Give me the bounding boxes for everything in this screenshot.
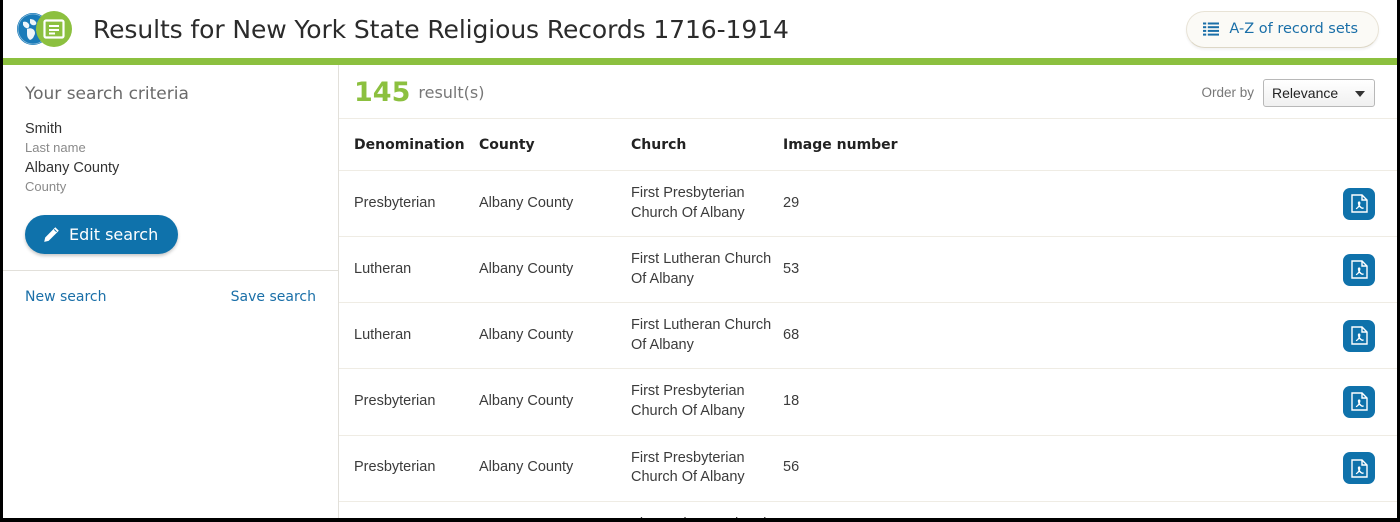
cell-denomination: Lutheran (339, 302, 479, 370)
page-title: Results for New York State Religious Rec… (93, 14, 789, 44)
results-toolbar: 145 result(s) Order by Relevance (339, 65, 1397, 119)
cell-actions (953, 368, 1397, 436)
criteria-item-lastname: Smith Last name (25, 120, 316, 156)
column-header-image-number: Image number (783, 119, 953, 171)
search-criteria-sidebar: Your search criteria Smith Last name Alb… (3, 65, 339, 518)
cell-image-number: 56 (783, 435, 953, 502)
cell-county: Albany County (479, 368, 631, 436)
cell-church: First Lutheran Church Of Albany (631, 236, 783, 304)
criteria-value: Albany County (25, 160, 120, 177)
cell-church: First Presbyterian Church Of Albany (631, 368, 783, 436)
page-body: Your search criteria Smith Last name Alb… (3, 65, 1397, 518)
column-header-county: County (479, 119, 631, 171)
list-icon (1203, 22, 1220, 36)
page-header: Results for New York State Religious Rec… (3, 0, 1397, 58)
cell-denomination: Lutheran (339, 501, 479, 518)
cell-county: Albany County (479, 501, 631, 518)
cell-denomination: Presbyterian (339, 435, 479, 502)
column-header-actions (953, 119, 1397, 171)
cell-denomination: Presbyterian (339, 170, 479, 238)
pdf-icon (1350, 458, 1368, 478)
results-table: Denomination County Church Image number … (339, 119, 1397, 522)
cell-church: First Lutheran Church Of Albany (631, 501, 783, 518)
cell-actions (953, 236, 1397, 304)
cell-actions (953, 302, 1397, 370)
book-icon (36, 11, 72, 47)
pdf-icon (1350, 194, 1368, 213)
page-root: Results for New York State Religious Rec… (0, 0, 1400, 522)
cell-county: Albany County (479, 302, 631, 370)
sidebar-heading: Your search criteria (25, 84, 189, 104)
chevron-down-icon (1355, 90, 1365, 97)
column-header-denomination: Denomination (339, 119, 479, 171)
pdf-icon (1350, 326, 1368, 345)
view-pdf-button[interactable] (1343, 518, 1375, 522)
table-row[interactable]: Presbyterian Albany County First Presbyt… (339, 170, 1397, 238)
cell-actions (953, 435, 1397, 502)
cell-image-number: 18 (783, 368, 953, 436)
table-row[interactable]: Lutheran Albany County First Lutheran Ch… (339, 302, 1397, 370)
cell-actions (953, 501, 1397, 522)
edit-search-label: Edit search (69, 224, 159, 244)
cell-county: Albany County (479, 170, 631, 238)
cell-image-number: 53 (783, 236, 953, 304)
order-by-control: Order by Relevance (1201, 78, 1375, 107)
pdf-icon (1350, 260, 1368, 279)
criteria-label: County (25, 179, 67, 195)
order-by-label: Order by (1201, 85, 1254, 100)
cell-church: First Lutheran Church Of Albany (631, 302, 783, 370)
table-row[interactable]: Presbyterian Albany County First Presbyt… (339, 368, 1397, 436)
order-by-value: Relevance (1272, 84, 1339, 101)
new-search-link[interactable]: New search (25, 289, 107, 305)
view-pdf-button[interactable] (1343, 253, 1375, 286)
cell-image-number: 73 (783, 501, 953, 518)
criteria-value: Smith (25, 121, 63, 137)
results-table-body: Presbyterian Albany County First Presbyt… (339, 170, 1397, 522)
table-header-row: Denomination County Church Image number (339, 119, 1397, 171)
cell-denomination: Lutheran (339, 236, 479, 304)
cell-county: Albany County (479, 435, 631, 502)
edit-search-button[interactable]: Edit search (25, 214, 179, 254)
az-button-label: A-Z of record sets (1229, 21, 1358, 37)
accent-bar (3, 58, 1397, 65)
results-main: 145 result(s) Order by Relevance Denomin… (339, 65, 1397, 518)
cell-county: Albany County (479, 236, 631, 304)
pencil-icon (43, 226, 60, 243)
order-by-select[interactable]: Relevance (1263, 78, 1375, 107)
save-search-link[interactable]: Save search (231, 289, 316, 305)
results-table-head: Denomination County Church Image number (339, 119, 1397, 171)
cell-actions (953, 170, 1397, 238)
column-header-church: Church (631, 119, 783, 171)
criteria-block: Your search criteria Smith Last name Alb… (3, 65, 338, 270)
criteria-item-county: Albany County County (25, 159, 316, 195)
view-pdf-button[interactable] (1343, 319, 1375, 352)
table-row[interactable]: Lutheran Albany County First Lutheran Ch… (339, 236, 1397, 304)
results-count: 145 (354, 77, 411, 108)
pdf-icon (1350, 392, 1368, 412)
cell-image-number: 68 (783, 302, 953, 370)
view-pdf-button[interactable] (1343, 187, 1375, 220)
view-pdf-button[interactable] (1343, 452, 1375, 485)
site-logo (17, 9, 75, 49)
cell-denomination: Presbyterian (339, 368, 479, 436)
cell-church: First Presbyterian Church Of Albany (631, 435, 783, 502)
table-row[interactable]: Lutheran Albany County First Lutheran Ch… (339, 501, 1397, 522)
criteria-label: Last name (25, 139, 86, 155)
results-count-label: result(s) (418, 83, 485, 102)
cell-image-number: 29 (783, 170, 953, 238)
az-of-record-sets-button[interactable]: A-Z of record sets (1186, 10, 1379, 48)
cell-church: First Presbyterian Church Of Albany (631, 170, 783, 238)
table-row[interactable]: Presbyterian Albany County First Presbyt… (339, 435, 1397, 502)
view-pdf-button[interactable] (1343, 385, 1375, 418)
sidebar-links: New search Save search (3, 269, 338, 323)
